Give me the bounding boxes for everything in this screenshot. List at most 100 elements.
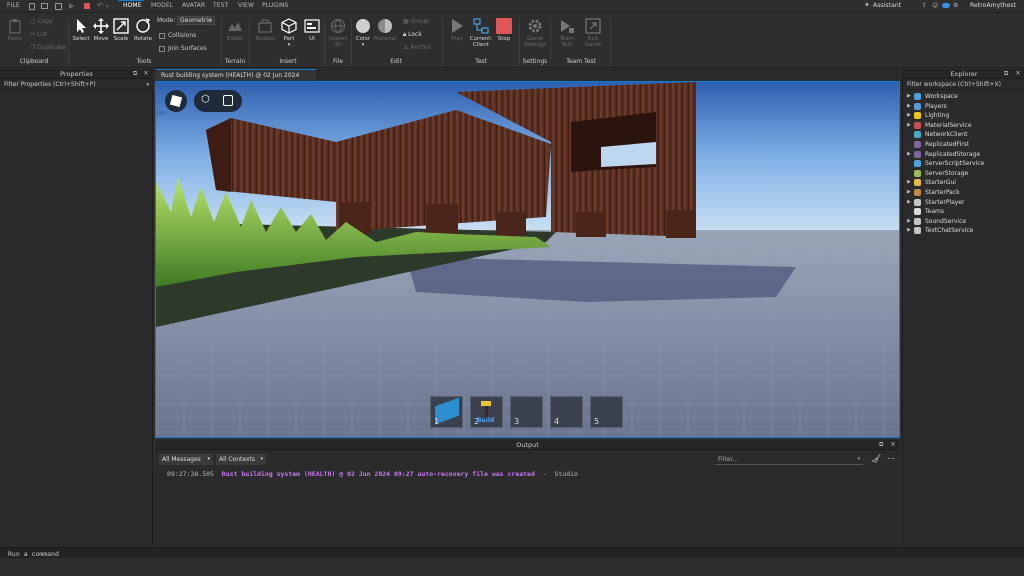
document-tab[interactable]: Rust building system (HEALTH) @ 02 Jun 2… xyxy=(156,69,316,81)
expand-arrow-icon[interactable]: ▶ xyxy=(907,92,914,101)
assistant-icon[interactable]: ✦ xyxy=(864,1,870,9)
expand-arrow-icon[interactable]: ▶ xyxy=(907,178,914,187)
build-label: Build xyxy=(477,417,494,426)
all-contexts-dropdown[interactable]: All Contexts▾ xyxy=(216,454,266,465)
explorer-item-networkclient[interactable]: NetworkClient xyxy=(907,130,967,139)
expand-arrow-icon[interactable]: ▶ xyxy=(907,217,914,226)
expand-arrow-icon[interactable]: ▶ xyxy=(907,150,914,159)
explorer-item-serverstorage[interactable]: ServerStorage xyxy=(907,169,968,178)
explorer-item-replicatedstorage[interactable]: ▶ReplicatedStorage xyxy=(907,150,980,159)
ui-button[interactable]: UI xyxy=(299,18,325,42)
file-menu[interactable]: FILE xyxy=(7,2,20,9)
explorer-filter-input[interactable]: Filter workspace (Ctrl+Shift+X) xyxy=(903,80,1024,90)
explorer-item-workspace[interactable]: ▶Workspace xyxy=(907,92,958,101)
play-quick-icon[interactable]: ▶ xyxy=(69,2,74,10)
expand-arrow-icon[interactable]: ▶ xyxy=(907,111,914,120)
explorer-item-startergui[interactable]: ▶StarterGui xyxy=(907,178,956,187)
explorer-item-lighting[interactable]: ▶Lighting xyxy=(907,111,949,120)
explorer-item-starterplayer[interactable]: ▶StarterPlayer xyxy=(907,198,965,207)
hotbar-slot-3[interactable]: 3 xyxy=(510,396,543,428)
tab-avatar[interactable]: AVATAR xyxy=(182,2,205,9)
popout-icon[interactable]: ⧉ xyxy=(1004,70,1008,78)
service-icon xyxy=(914,189,921,196)
import-3d-button[interactable]: Import 3D xyxy=(325,18,351,48)
tab-model[interactable]: MODEL xyxy=(151,2,173,9)
command-bar[interactable]: Run a command xyxy=(0,547,1024,558)
cloud-icon[interactable] xyxy=(942,3,950,8)
play-button[interactable]: Play xyxy=(444,18,470,42)
3d-viewport[interactable]: ⬡ ton xyxy=(155,81,900,438)
explorer-item-soundservice[interactable]: ▶SoundService xyxy=(907,217,966,226)
join-surfaces-label: Join Surfaces xyxy=(168,45,207,52)
service-icon xyxy=(914,160,921,167)
lock-button[interactable]: 🔒︎ Lock xyxy=(403,31,422,39)
assistant-button[interactable]: Assistant xyxy=(873,2,901,9)
join-surfaces-checkbox[interactable] xyxy=(159,46,165,52)
stop-icon xyxy=(496,18,512,34)
tab-home[interactable]: HOME xyxy=(123,2,142,9)
hotbar-slot-5[interactable]: 5 xyxy=(590,396,623,428)
mode-dropdown[interactable]: Geometric▾ xyxy=(177,16,215,25)
roblox-menu-button[interactable] xyxy=(165,90,187,112)
rotate-tool-button[interactable]: Rotate xyxy=(130,18,156,42)
close-icon[interactable]: × xyxy=(143,69,149,77)
hotbar-slot-4[interactable]: 4 xyxy=(550,396,583,428)
expand-arrow-icon[interactable]: ▶ xyxy=(907,226,914,235)
undo-icon[interactable]: ↶ xyxy=(97,1,104,10)
collisions-checkbox[interactable] xyxy=(159,33,165,39)
hotbar-slot-1[interactable]: 1 xyxy=(430,396,463,428)
explorer-item-serverscriptservice[interactable]: ServerScriptService xyxy=(907,159,984,168)
cube-view-icon[interactable]: ⬡ xyxy=(201,94,210,105)
exit-game-button[interactable]: ExitGame xyxy=(580,18,606,48)
stop-quick-icon[interactable] xyxy=(84,3,90,9)
popout-icon[interactable]: ⧉ xyxy=(133,70,137,78)
username-label[interactable]: RetroAmythest xyxy=(970,2,1016,9)
close-icon[interactable]: × xyxy=(890,440,896,448)
stop-button[interactable]: Stop xyxy=(491,18,517,42)
cut-button[interactable]: ✂ Cut xyxy=(30,31,47,38)
expand-arrow-icon[interactable]: ▶ xyxy=(907,188,914,197)
new-icon[interactable] xyxy=(29,3,35,10)
service-icon xyxy=(914,227,921,234)
all-messages-dropdown[interactable]: All Messages▾ xyxy=(159,454,213,465)
game-settings-button[interactable]: GameSettings xyxy=(522,18,548,48)
explorer-item-players[interactable]: ▶Players xyxy=(907,102,947,111)
service-icon xyxy=(914,151,921,158)
save-icon[interactable] xyxy=(55,3,62,10)
paste-button[interactable]: Paste xyxy=(2,18,28,42)
chevron-down-icon[interactable]: ▾ xyxy=(106,4,109,10)
expand-arrow-icon[interactable]: ▶ xyxy=(907,198,914,207)
explorer-item-starterpack[interactable]: ▶StarterPack xyxy=(907,188,960,197)
explorer-item-textchatservice[interactable]: ▶TextChatService xyxy=(907,226,973,235)
expand-arrow-icon[interactable]: ▶ xyxy=(907,102,914,111)
material-button[interactable]: Material xyxy=(372,18,398,42)
more-options-icon[interactable]: ⋯ xyxy=(887,454,895,463)
popout-icon[interactable]: ⧉ xyxy=(879,441,883,449)
share-icon[interactable]: ⇪ xyxy=(922,2,927,9)
tab-test[interactable]: TEST xyxy=(213,2,228,9)
tab-plugins[interactable]: PLUGINS xyxy=(262,2,288,9)
expand-arrow-icon[interactable]: ▶ xyxy=(907,121,914,130)
explorer-item-teams[interactable]: Teams xyxy=(907,207,944,216)
tab-view[interactable]: VIEW xyxy=(238,2,254,9)
chat-icon[interactable] xyxy=(223,95,233,106)
toolbox-button[interactable]: Toolbox xyxy=(252,18,278,42)
explorer-item-replicatedfirst[interactable]: ReplicatedFirst xyxy=(907,140,969,149)
duplicate-button[interactable]: ❐ Duplicate xyxy=(30,44,66,51)
open-icon[interactable] xyxy=(41,3,48,9)
anchor-button[interactable]: ⚓︎ Anchor xyxy=(403,44,431,51)
globe-icon xyxy=(330,18,346,34)
team-test-button[interactable]: TeamTest xyxy=(554,18,580,48)
group-button[interactable]: ▦ Group xyxy=(403,18,429,25)
output-filter-input[interactable]: Filter...▾ xyxy=(715,454,863,465)
hotbar-slot-2[interactable]: 2 Build xyxy=(470,396,503,428)
clear-output-icon[interactable]: 🧹︎ xyxy=(871,454,881,463)
users-icon[interactable]: ☺ xyxy=(932,2,938,9)
notifications-icon[interactable]: ⚙ xyxy=(953,2,958,9)
properties-filter-input[interactable]: Filter Properties (Ctrl+Shift+P)▾ xyxy=(0,80,153,90)
explorer-item-materialservice[interactable]: ▶MaterialService xyxy=(907,121,972,130)
copy-button[interactable]: ▢ Copy xyxy=(30,18,53,25)
close-icon[interactable]: × xyxy=(1015,69,1021,77)
terrain-editor-button[interactable]: Editor xyxy=(222,18,248,42)
output-title: Output xyxy=(155,440,900,450)
